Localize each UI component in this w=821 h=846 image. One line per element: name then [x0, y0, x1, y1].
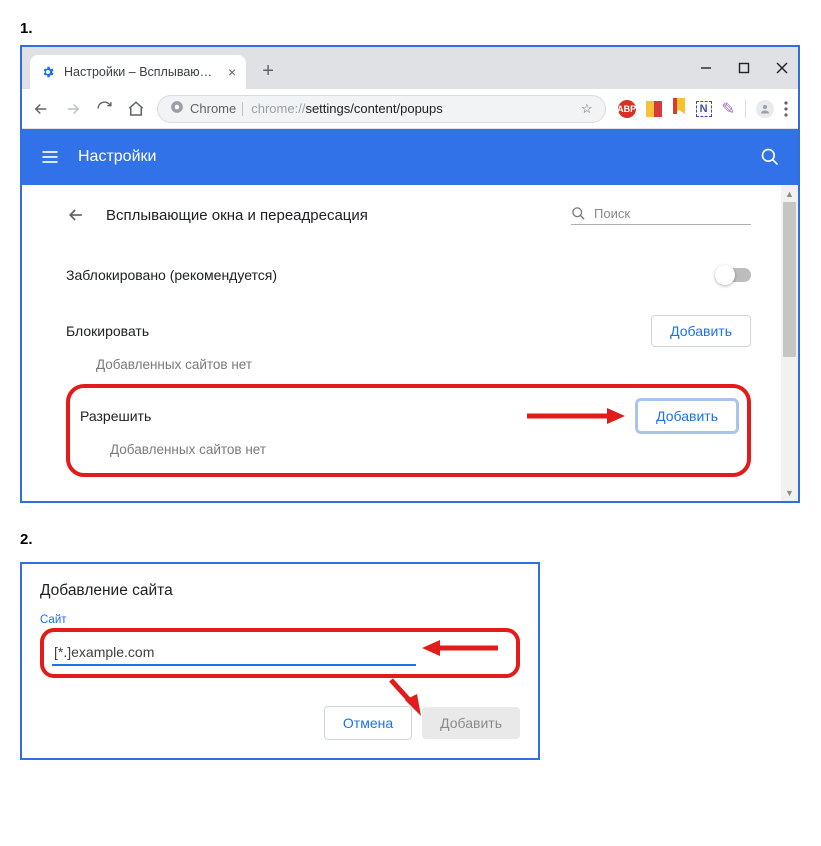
tab-close-icon[interactable]: × [228, 64, 236, 80]
page-search-placeholder: Поиск [594, 206, 630, 221]
block-no-sites: Добавленных сайтов нет [66, 353, 751, 380]
nav-back-icon[interactable] [32, 100, 50, 118]
reload-icon[interactable] [96, 100, 113, 117]
gear-icon [40, 64, 56, 80]
titlebar: Настройки – Всплывающие окн × + [22, 47, 798, 89]
settings-header-title: Настройки [78, 148, 156, 166]
browser-tab[interactable]: Настройки – Всплывающие окн × [30, 55, 246, 89]
header-search-icon[interactable] [760, 147, 780, 167]
bookmark-star-icon[interactable]: ☆ [581, 101, 593, 117]
feather-icon[interactable]: ✎ [722, 99, 735, 119]
settings-header: Настройки [22, 129, 798, 185]
allow-no-sites: Добавленных сайтов нет [80, 438, 737, 465]
minimize-icon[interactable] [700, 62, 712, 74]
address-input[interactable]: Chrome chrome://settings/content/popups … [157, 95, 606, 123]
page-search-input[interactable]: Поиск [571, 206, 751, 225]
highlight-site-input [40, 628, 520, 678]
blocked-toggle-row: Заблокировано (рекомендуется) [66, 251, 751, 299]
scroll-thumb[interactable] [783, 202, 796, 357]
home-icon[interactable] [127, 100, 145, 118]
settings-content: Всплывающие окна и переадресация Поиск З… [22, 185, 781, 501]
close-window-icon[interactable] [776, 62, 788, 74]
allow-section-title: Разрешить [80, 408, 151, 424]
dialog-add-button[interactable]: Добавить [422, 707, 520, 739]
block-section-header: Блокировать Добавить [66, 299, 751, 353]
highlight-allow-section: Разрешить Добавить Добавленных сайтов не… [66, 384, 751, 477]
kebab-menu-icon[interactable] [784, 101, 788, 117]
dialog-buttons: Отмена Добавить [40, 706, 520, 740]
step-1-label: 1. [20, 20, 801, 37]
annotation-arrow-icon [420, 638, 500, 663]
scroll-down-icon[interactable]: ▼ [781, 484, 798, 501]
address-secure-label: Chrome [190, 101, 236, 116]
blocked-label: Заблокировано (рекомендуется) [66, 267, 277, 283]
allow-section-header: Разрешить Добавить [80, 394, 737, 438]
site-input[interactable] [52, 640, 416, 666]
separator [745, 100, 746, 118]
extension-icons: ABP N ✎ [618, 98, 788, 119]
scroll-up-icon[interactable]: ▲ [781, 185, 798, 202]
extension-color-icon[interactable] [646, 101, 662, 117]
adblock-icon[interactable]: ABP [618, 100, 636, 118]
block-section-title: Блокировать [66, 323, 149, 339]
nav-forward-icon[interactable] [64, 100, 82, 118]
scroll-track[interactable] [781, 202, 798, 484]
dialog-title: Добавление сайта [40, 582, 520, 600]
add-site-dialog: Добавление сайта Сайт Отмена Добавить [20, 562, 540, 760]
blocked-toggle[interactable] [717, 268, 751, 282]
profile-avatar-icon[interactable] [756, 100, 774, 118]
block-add-button[interactable]: Добавить [651, 315, 751, 347]
dialog-field-label: Сайт [40, 614, 520, 626]
address-url: chrome://settings/content/popups [251, 101, 443, 116]
maximize-icon[interactable] [738, 62, 750, 74]
tab-title: Настройки – Всплывающие окн [64, 65, 214, 79]
allow-add-button[interactable]: Добавить [637, 400, 737, 432]
back-arrow-icon[interactable] [66, 205, 86, 225]
address-bar: Chrome chrome://settings/content/popups … [22, 89, 798, 129]
step-2-label: 2. [20, 531, 801, 548]
extension-n-icon[interactable]: N [696, 101, 712, 117]
scrollbar[interactable]: ▲ ▼ [781, 185, 798, 501]
new-tab-icon[interactable]: + [262, 60, 274, 83]
annotation-arrow-icon [385, 676, 425, 718]
annotation-arrow-icon [525, 406, 625, 426]
search-icon [571, 206, 586, 221]
divider [242, 102, 243, 116]
chrome-logo-icon [170, 100, 184, 117]
bookmark-ribbon-icon[interactable] [672, 98, 686, 119]
page-title: Всплывающие окна и переадресация [106, 207, 368, 224]
hamburger-menu-icon[interactable] [40, 147, 60, 167]
browser-window: Настройки – Всплывающие окн × + Chrome c… [20, 45, 800, 503]
